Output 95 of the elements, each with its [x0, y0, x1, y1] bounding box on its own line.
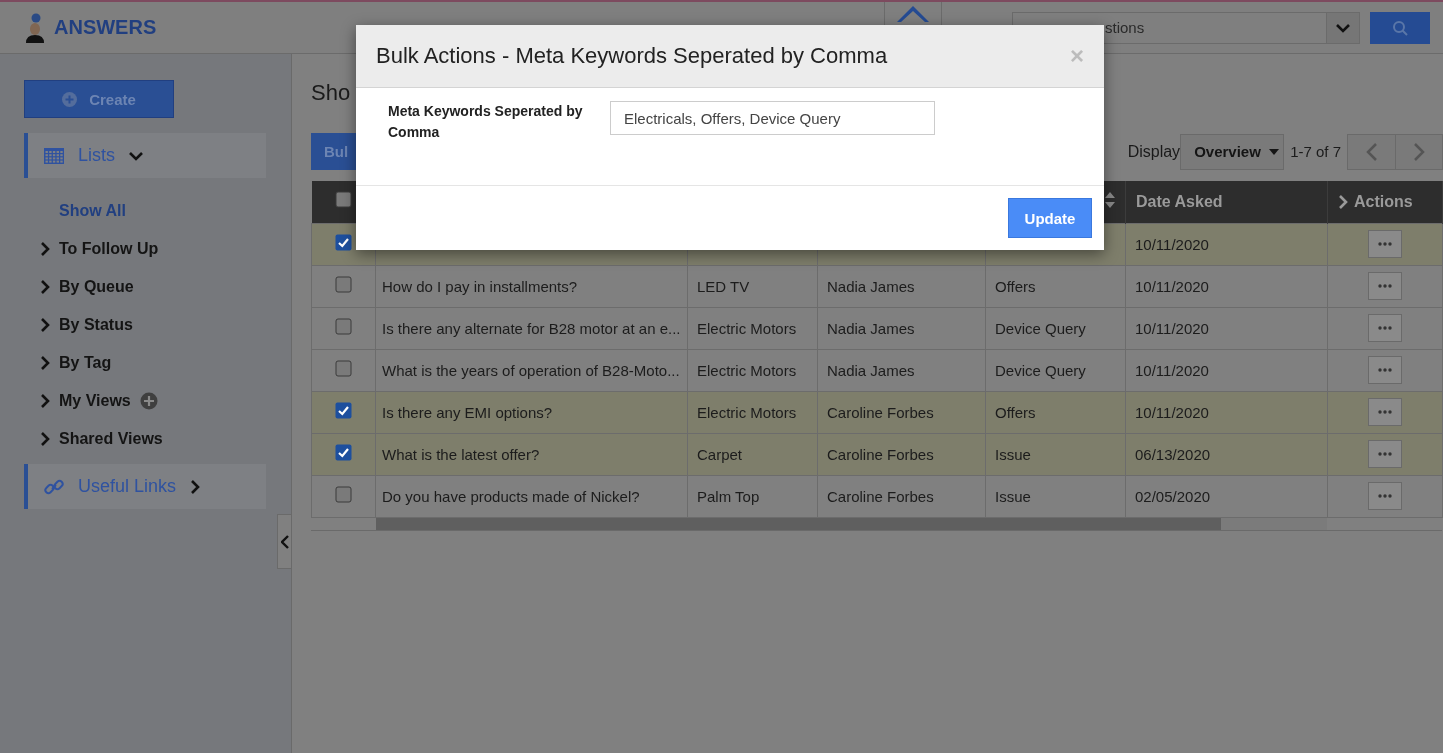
table-cell: Electric Motors: [697, 319, 797, 337]
chevron-right-icon: [1413, 142, 1425, 161]
table-cell: Device Query: [995, 361, 1086, 379]
table-cell: 02/05/2020: [1135, 487, 1211, 505]
display-label: Display: [1127, 142, 1181, 161]
display-dropdown[interactable]: Overview: [1180, 133, 1285, 170]
create-button[interactable]: Create: [24, 80, 174, 118]
more-icon: [1378, 242, 1392, 246]
more-icon: [1378, 368, 1392, 372]
checkbox[interactable]: [335, 276, 352, 293]
checkbox[interactable]: [335, 444, 352, 461]
chevron-left-icon: [1365, 142, 1378, 161]
more-icon: [1378, 410, 1392, 414]
table-cell: 10/11/2020: [1135, 361, 1209, 379]
sidebar-item[interactable]: By Status: [59, 316, 133, 334]
useful-links-label: Useful Links: [78, 476, 177, 497]
table-cell: LED TV: [697, 277, 750, 295]
plus-circle-icon: [62, 91, 78, 107]
more-icon: [1378, 284, 1392, 288]
chevron-right-icon: [1338, 194, 1348, 209]
column-header[interactable]: Date Asked: [1136, 192, 1223, 210]
checkbox[interactable]: [335, 360, 352, 377]
checkbox[interactable]: [335, 402, 352, 419]
sidebar-item[interactable]: Shared Views: [59, 430, 163, 448]
row-actions-button[interactable]: [1368, 314, 1402, 342]
checkbox[interactable]: [335, 486, 352, 503]
chevron-down-icon: [1336, 22, 1350, 33]
page-title: Sho: [311, 80, 351, 107]
table-cell: 10/11/2020: [1135, 319, 1209, 337]
chevron-right-icon: [40, 394, 50, 408]
sidebar-item[interactable]: My Views: [59, 392, 131, 410]
more-icon: [1378, 452, 1392, 456]
table-cell: Nadia James: [827, 319, 915, 337]
table-cell: 10/11/2020: [1135, 277, 1209, 295]
table-cell: Nadia James: [827, 277, 915, 295]
chevron-right-icon: [40, 356, 50, 370]
table-cell: 06/13/2020: [1135, 445, 1211, 463]
row-actions-button[interactable]: [1368, 398, 1402, 426]
previous-page-button[interactable]: [1348, 134, 1395, 169]
chevron-right-icon: [40, 242, 50, 256]
row-actions-button[interactable]: [1368, 356, 1402, 384]
row-actions-button[interactable]: [1368, 440, 1402, 468]
sidebar-item[interactable]: By Tag: [59, 354, 112, 372]
keywords-field[interactable]: Electricals, Offers, Device Query: [610, 101, 935, 135]
row-actions-button[interactable]: [1368, 482, 1402, 510]
search-dropdown-button[interactable]: [1326, 11, 1360, 44]
table-cell: Electric Motors: [697, 361, 797, 379]
table-cell: How do I pay in installments?: [382, 277, 578, 295]
chevron-left-icon: [280, 534, 289, 549]
table-cell: Electric Motors: [697, 403, 797, 421]
dialog-title: Bulk Actions - Meta Keywords Seperated by Comma: [376, 43, 889, 69]
lists-label: Lists: [78, 145, 115, 166]
row-actions-button[interactable]: [1368, 230, 1402, 258]
next-page-button[interactable]: [1395, 134, 1442, 169]
table-cell: Issue: [995, 487, 1031, 505]
table-cell: 10/11/2020: [1135, 403, 1209, 421]
row-actions-button[interactable]: [1368, 272, 1402, 300]
chevron-right-icon: [40, 318, 50, 332]
table-cell: Palm Top: [697, 487, 760, 505]
table-cell: Device Query: [995, 319, 1086, 337]
checkbox[interactable]: [335, 318, 352, 335]
checkbox[interactable]: [335, 234, 352, 251]
table-cell: Nadia James: [827, 361, 915, 379]
table-cell: What is the years of operation of B28-Moto...: [382, 361, 680, 379]
table-cell: Caroline Forbes: [827, 403, 934, 421]
update-button[interactable]: Update: [1008, 198, 1092, 238]
checkbox[interactable]: [334, 191, 352, 209]
chevron-right-icon: [40, 280, 50, 294]
calendar-icon: [44, 147, 64, 164]
collapse-sidebar-button[interactable]: [277, 514, 292, 569]
add-icon[interactable]: [139, 392, 158, 410]
logo-text: ANSWERS: [54, 16, 157, 39]
chevron-right-icon: [40, 432, 50, 446]
table-cell: Offers: [995, 277, 1036, 295]
table-cell: 10/11/2020: [1135, 235, 1209, 253]
table-cell: Caroline Forbes: [827, 445, 934, 463]
table-cell: Carpet: [697, 445, 743, 463]
table-cell: Is there any EMI options?: [382, 403, 553, 421]
table-cell: Is there any alternate for B28 motor at an e...: [382, 319, 681, 337]
sidebar-item[interactable]: To Follow Up: [59, 240, 159, 258]
table-cell: Issue: [995, 445, 1031, 463]
caret-down-icon: [1268, 148, 1279, 155]
person-icon: [24, 12, 46, 43]
sidebar-item[interactable]: By Queue: [59, 278, 134, 296]
field-label: Meta Keywords Seperated by Comma: [388, 102, 584, 142]
search-icon: [1392, 19, 1408, 36]
table-cell: What is the latest offer?: [382, 445, 540, 463]
sidebar-item[interactable]: Show All: [59, 202, 126, 220]
pagination-count: 1-7 of 7: [1290, 143, 1341, 160]
table-cell: Do you have products made of Nickel?: [382, 487, 640, 505]
table-cell: Offers: [995, 403, 1036, 421]
table-cell: Caroline Forbes: [827, 487, 934, 505]
more-icon: [1378, 494, 1392, 498]
search-button[interactable]: [1370, 11, 1430, 44]
more-icon: [1378, 326, 1392, 330]
